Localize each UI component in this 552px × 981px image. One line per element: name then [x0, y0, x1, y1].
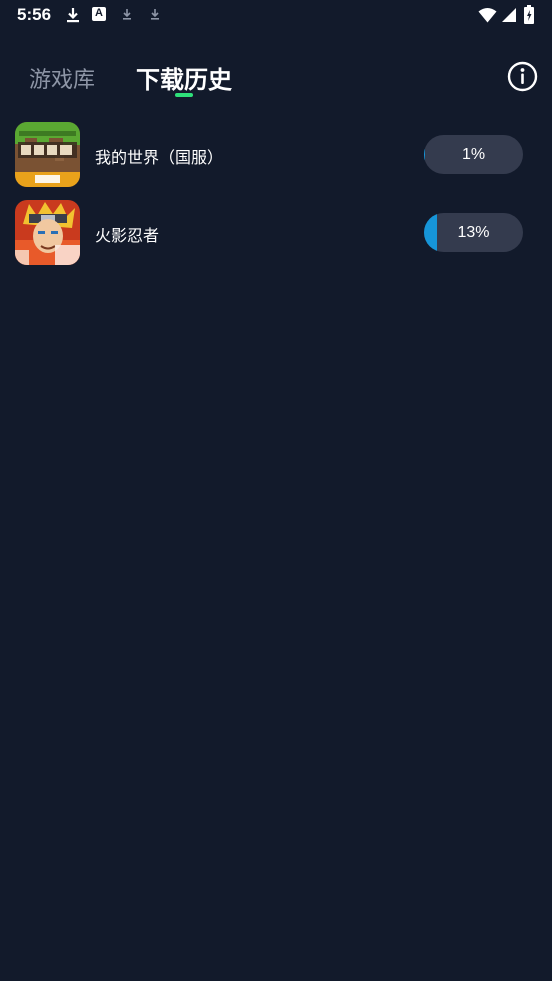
game-name: 我的世界（国服） [95, 148, 224, 167]
naruto-icon [15, 200, 80, 265]
tab-game-library[interactable]: 游戏库 [29, 62, 95, 94]
tab-active-indicator [175, 93, 193, 97]
tab-download-history[interactable]: 下载历史 [136, 60, 232, 95]
a-app-icon: A [92, 7, 106, 21]
info-icon[interactable] [507, 61, 538, 92]
download-progress-button[interactable]: 1% [424, 135, 523, 174]
signal-icon [502, 8, 516, 22]
progress-label: 1% [461, 145, 486, 163]
download-icon [67, 8, 79, 23]
download-icon [123, 9, 131, 20]
list-item[interactable]: 火影忍者 13% [0, 198, 552, 268]
status-time: 5:56 [17, 5, 52, 24]
status-bar: 5:56 A [0, 0, 552, 32]
list-item[interactable]: 我的世界（国服） 1% [0, 120, 552, 190]
game-name: 火影忍者 [95, 226, 160, 245]
download-icon [151, 9, 159, 20]
wifi-icon [478, 8, 497, 23]
minecraft-icon [15, 122, 80, 187]
progress-label: 13% [457, 223, 490, 241]
download-progress-button[interactable]: 13% [424, 213, 523, 252]
battery-charging-icon [524, 5, 534, 24]
